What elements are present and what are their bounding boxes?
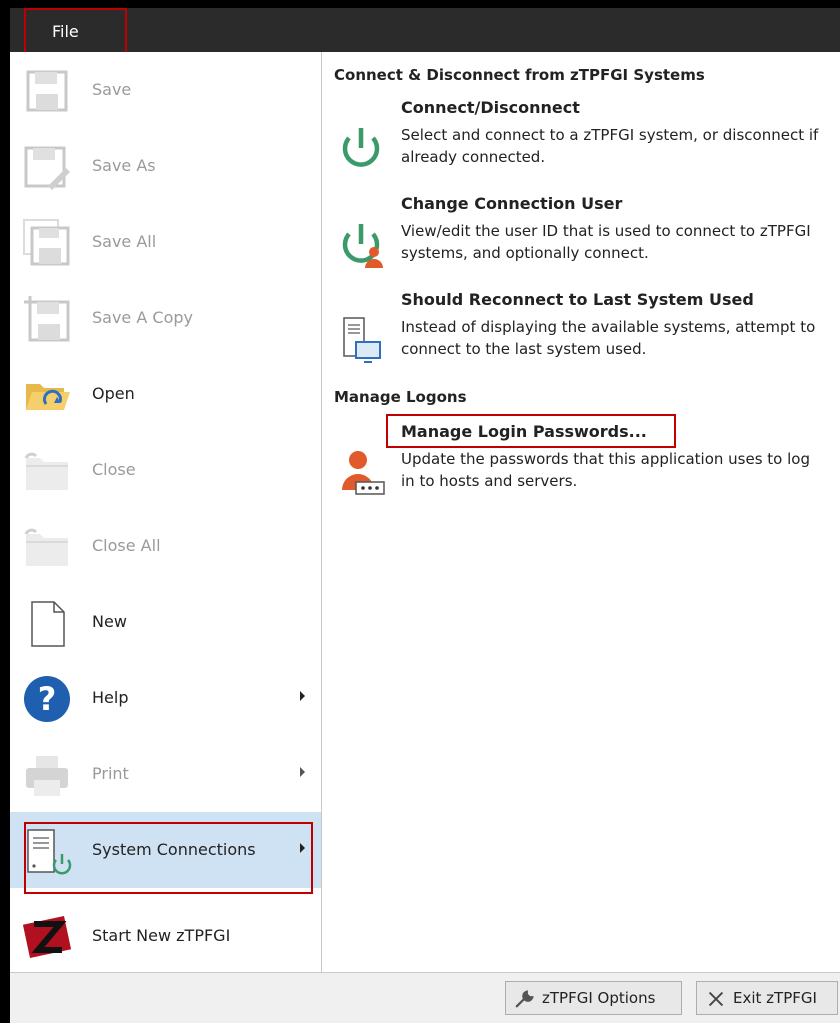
power-user-icon (342, 224, 383, 268)
help-question-icon: ? (24, 676, 70, 722)
close-x-icon (708, 991, 724, 1007)
menu-item-label: Save (92, 80, 132, 99)
menu-item-system-connections[interactable]: System Connections (10, 812, 321, 888)
floppy-disk-icon (26, 70, 68, 112)
printer-icon (26, 756, 68, 796)
menu-item-save-copy[interactable]: Save A Copy (10, 280, 321, 356)
server-monitor-icon (343, 317, 381, 363)
file-tab[interactable]: File (24, 8, 127, 54)
menu-item-label: Start New zTPFGI (92, 926, 231, 945)
menu-item-label: Close (92, 460, 136, 479)
ztpfgi-logo-icon (22, 916, 72, 958)
menu-item-label: Close All (92, 536, 161, 555)
option-change-connection-user[interactable]: Change Connection User View/edit the use… (322, 194, 840, 284)
title-bar (10, 8, 840, 52)
backstage-panel: Save Save As Save All Save A Copy Open C… (10, 52, 840, 972)
submenu-arrow-icon (300, 691, 305, 701)
menu-item-label: New (92, 612, 127, 631)
section-heading-manage-logons: Manage Logons (334, 388, 467, 406)
options-button[interactable]: zTPFGI Options (505, 981, 682, 1015)
menu-item-label: Print (92, 764, 129, 783)
close-all-folder-icon (24, 528, 68, 566)
file-tab-label: File (52, 22, 79, 41)
save-all-icon (23, 219, 70, 266)
menu-item-label: System Connections (92, 840, 256, 859)
option-description: Instead of displaying the available syst… (401, 318, 816, 358)
option-title: Should Reconnect to Last System Used (401, 290, 754, 309)
menu-item-print[interactable]: Print (10, 736, 321, 812)
option-title: Connect/Disconnect (401, 98, 580, 117)
close-folder-icon (24, 452, 68, 490)
option-title: Manage Login Passwords... (401, 422, 647, 441)
option-description: Select and connect to a zTPFGI system, o… (401, 126, 819, 166)
menu-item-close[interactable]: Close (10, 432, 321, 508)
option-title: Change Connection User (401, 194, 623, 213)
footer-bar: zTPFGI Options Exit zTPFGI (10, 972, 840, 1023)
menu-item-help[interactable]: ? Help (10, 660, 321, 736)
section-heading-connect: Connect & Disconnect from zTPFGI Systems (334, 66, 705, 84)
submenu-arrow-icon (300, 767, 305, 777)
menu-item-save-all[interactable]: Save All (10, 204, 321, 280)
menu-item-save-as[interactable]: Save As (10, 128, 321, 204)
exit-button-label: Exit zTPFGI (733, 989, 817, 1007)
system-connections-panel: Connect & Disconnect from zTPFGI Systems… (322, 52, 840, 972)
menu-item-label: Save As (92, 156, 156, 175)
svg-text:?: ? (38, 680, 57, 718)
save-as-icon (24, 146, 70, 190)
open-folder-icon (26, 384, 70, 410)
save-copy-icon (24, 296, 70, 342)
exit-button[interactable]: Exit zTPFGI (696, 981, 838, 1015)
menu-item-label: Help (92, 688, 129, 707)
option-manage-login-passwords[interactable]: Manage Login Passwords... Update the pas… (322, 422, 840, 512)
menu-item-close-all[interactable]: Close All (10, 508, 321, 584)
menu-item-label: Save All (92, 232, 157, 251)
option-description: Update the passwords that this applicati… (401, 450, 810, 490)
menu-item-new[interactable]: New (10, 584, 321, 660)
menu-item-label: Open (92, 384, 135, 403)
user-password-icon (342, 451, 385, 495)
power-icon (342, 128, 380, 167)
new-document-icon (31, 601, 65, 647)
option-connect-disconnect[interactable]: Connect/Disconnect Select and connect to… (322, 98, 840, 188)
option-description: View/edit the user ID that is used to co… (401, 222, 811, 262)
menu-item-save[interactable]: Save (10, 52, 321, 128)
file-menu-list: Save Save As Save All Save A Copy Open C… (10, 52, 321, 972)
option-reconnect-last-system[interactable]: Should Reconnect to Last System Used Ins… (322, 290, 840, 380)
submenu-arrow-icon (300, 843, 305, 853)
options-button-label: zTPFGI Options (542, 989, 656, 1007)
wrench-icon (515, 990, 534, 1008)
server-power-icon (27, 829, 72, 875)
menu-item-label: Save A Copy (92, 308, 193, 327)
menu-item-open[interactable]: Open (10, 356, 321, 432)
menu-item-start-new[interactable]: Start New zTPFGI (10, 898, 321, 974)
